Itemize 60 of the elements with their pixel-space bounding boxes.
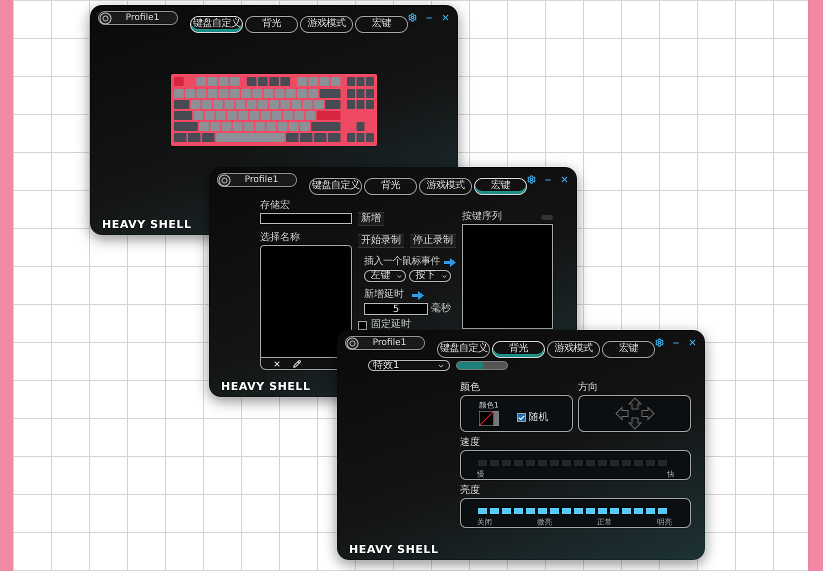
fixed-delay-checkbox[interactable]: [358, 320, 367, 330]
macro-list[interactable]: [260, 245, 352, 358]
delay-field[interactable]: 5: [364, 303, 428, 315]
field-label: 插入一个鼠标事件: [364, 257, 440, 267]
brand-name: HEAVY SHELL: [349, 542, 439, 558]
close-icon[interactable]: [560, 175, 569, 184]
arrow-right-icon: [444, 258, 456, 266]
tab[interactable]: 宏键: [602, 341, 655, 358]
field-label: 按键序列: [462, 212, 502, 222]
edit-icon[interactable]: [293, 360, 301, 368]
macro-name-field[interactable]: [260, 213, 352, 224]
close-icon[interactable]: [441, 13, 450, 22]
logo-icon: [99, 12, 112, 24]
settings-icon[interactable]: [655, 338, 664, 347]
delete-icon[interactable]: [273, 360, 281, 368]
field-label: 新增延时: [364, 290, 404, 300]
dropdown[interactable]: 按下: [409, 270, 451, 282]
field-label: 存储宏: [260, 201, 291, 211]
section-label: 颜色: [460, 383, 481, 393]
tab[interactable]: 背光: [492, 341, 545, 358]
dropdown[interactable]: 左键: [364, 270, 406, 282]
tab[interactable]: 游戏模式: [547, 341, 600, 358]
profile-selector[interactable]: Profile1: [98, 11, 178, 25]
field-label: 选择名称: [260, 233, 301, 243]
tab[interactable]: 键盘自定义: [190, 16, 243, 33]
chevron-icon: [441, 272, 448, 280]
record-button[interactable]: 开始录制: [358, 234, 404, 248]
checkbox-label: 随机: [528, 412, 548, 422]
tab[interactable]: 宏键: [355, 16, 408, 33]
section-label: 速度: [460, 438, 481, 448]
unit-label: 毫秒: [431, 304, 451, 314]
logo-icon: [346, 336, 359, 350]
logo-icon: [218, 174, 231, 186]
chevron-icon: [396, 272, 403, 280]
close-icon[interactable]: [688, 338, 697, 347]
effect-toggle[interactable]: [456, 361, 508, 370]
tab[interactable]: 键盘自定义: [437, 341, 490, 358]
tab[interactable]: 背光: [364, 178, 417, 195]
settings-icon[interactable]: [408, 13, 417, 22]
segmented-slider[interactable]: [477, 459, 671, 467]
tab[interactable]: 游戏模式: [419, 178, 472, 195]
arrow-right-icon: [412, 290, 424, 300]
effect-dropdown[interactable]: 特效1: [368, 360, 450, 371]
check-icon: [518, 414, 526, 422]
settings-icon[interactable]: [527, 175, 536, 184]
add-button[interactable]: 新增: [358, 212, 384, 226]
profile-selector[interactable]: Profile1: [345, 336, 425, 350]
tab[interactable]: 宏键: [474, 178, 527, 195]
tab[interactable]: 键盘自定义: [309, 178, 362, 195]
random-checkbox[interactable]: [517, 413, 526, 422]
brand-name: HEAVY SHELL: [221, 378, 311, 394]
direction-pad-drawing[interactable]: [614, 397, 654, 430]
brand-name: HEAVY SHELL: [102, 216, 192, 232]
profile-selector[interactable]: Profile1: [217, 173, 297, 187]
checkbox-label: 固定延时: [371, 320, 411, 330]
section-label: 方向: [578, 383, 599, 393]
tab[interactable]: 背光: [245, 16, 298, 33]
record-button[interactable]: 停止录制: [410, 234, 456, 248]
tab[interactable]: 游戏模式: [300, 16, 353, 33]
section-label: 亮度: [460, 486, 481, 496]
